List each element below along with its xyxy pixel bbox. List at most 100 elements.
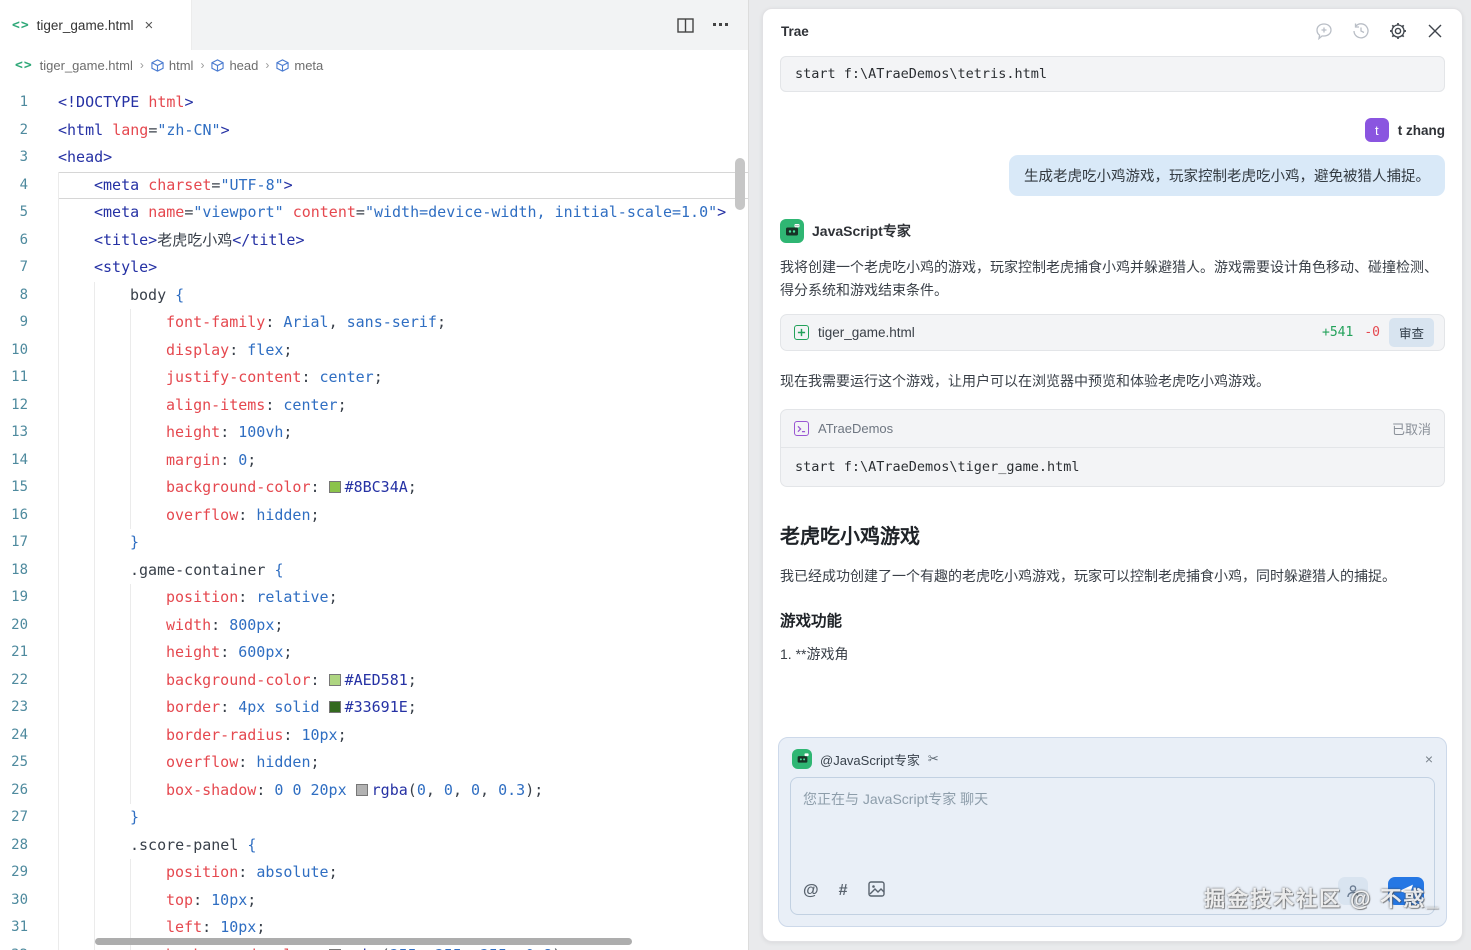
- chat-header: Trae: [763, 9, 1462, 53]
- code-line: 15 background-color: #8BC34A;: [0, 474, 748, 502]
- history-icon[interactable]: [1352, 22, 1370, 40]
- agent-identity-row: JavaScript专家: [780, 219, 1445, 243]
- line-number: 6: [19, 231, 28, 248]
- code-line: 1 <!DOCTYPE html>: [0, 89, 748, 117]
- agent-reply-text: 我已经成功创建了一个有趣的老虎吃小鸡游戏，玩家可以控制老虎捕食小鸡，同时躲避猎人…: [780, 568, 1396, 585]
- file-change-card[interactable]: tiger_game.html +541 -0 审查: [780, 314, 1445, 352]
- code-line: 6 <title>老虎吃小鸡</title>: [0, 226, 748, 254]
- line-number: 9: [19, 314, 28, 330]
- line-number: 21: [11, 644, 28, 660]
- line-number: 16: [11, 506, 28, 523]
- hash-icon[interactable]: #: [839, 882, 848, 900]
- review-button[interactable]: 审查: [1388, 318, 1434, 348]
- horizontal-scrollbar[interactable]: [95, 938, 632, 945]
- dismiss-mention-icon[interactable]: ×: [1425, 751, 1433, 767]
- chat-messages: start f:\ATraeDemos\tetris.html t t zhan…: [763, 53, 1462, 729]
- line-number: 13: [11, 424, 28, 440]
- image-icon[interactable]: [867, 880, 885, 902]
- code-line: 11 justify-content: center;: [0, 364, 748, 392]
- agent-reply-text: 我将创建一个老虎吃小鸡的游戏，玩家控制老虎捕食小鸡并躲避猎人。游戏需要设计角色移…: [780, 259, 1438, 298]
- line-number: 26: [11, 781, 28, 798]
- line-number: 14: [11, 451, 28, 468]
- color-swatch: [328, 701, 341, 713]
- line-number: 20: [11, 616, 28, 633]
- user-identity-row: t t zhang: [780, 118, 1445, 142]
- line-number: 10: [11, 341, 28, 358]
- user-message-bubble: 生成老虎吃小鸡游戏，玩家控制老虎吃小鸡，避免被猎人捕捉。: [1009, 155, 1445, 196]
- chat-panel-title: Trae: [781, 23, 809, 39]
- diff-deletions: -0: [1364, 325, 1380, 341]
- line-number: 32: [0, 942, 58, 950]
- code-line: 2 <html lang="zh-CN">: [0, 117, 748, 145]
- line-number: 4: [19, 176, 28, 193]
- breadcrumb-head[interactable]: head: [211, 58, 258, 73]
- user-name: t zhang: [1397, 122, 1445, 138]
- code-line: 3 <head>: [0, 144, 748, 172]
- at-icon[interactable]: @: [803, 882, 819, 900]
- symbol-cube-icon: [276, 58, 289, 72]
- line-number: 5: [19, 204, 28, 220]
- diff-additions: +541: [1322, 325, 1354, 341]
- code-line: 4 <meta charset="UTF-8">: [0, 171, 748, 199]
- line-number: 11: [11, 369, 28, 385]
- code-line: 25 overflow: hidden;: [0, 749, 748, 777]
- code-line: 5 <meta name="viewport" content="width=de…: [0, 199, 748, 227]
- reply-subheading: 游戏功能: [780, 612, 843, 630]
- terminal-command: start f:\ATraeDemos\tiger_game.html: [795, 459, 1080, 476]
- editor-pane: <> tiger_game.html × <> tiger_game.html …: [0, 0, 749, 950]
- color-swatch: [328, 481, 341, 493]
- split-editor-icon[interactable]: [676, 16, 694, 34]
- breadcrumb-meta[interactable]: meta: [276, 58, 323, 73]
- code-line: 21 height: 600px;: [0, 639, 748, 667]
- code-line: 29 position: absolute;: [0, 859, 748, 887]
- send-button[interactable]: [1388, 877, 1424, 905]
- agent-reply-text: 现在我需要运行这个游戏，让用户可以在浏览器中预览和体验老虎吃小鸡游戏。: [780, 373, 1270, 390]
- agent-selector-button[interactable]: [1338, 877, 1368, 905]
- agent-robot-icon: [780, 219, 804, 243]
- line-number: 18: [11, 561, 28, 578]
- line-number: 2: [19, 121, 28, 138]
- tab-strip-spacer: [192, 0, 676, 50]
- code-line: 9 font-family: Arial, sans-serif;: [0, 309, 748, 337]
- new-chat-icon[interactable]: [1315, 22, 1333, 40]
- html-file-icon: <>: [12, 17, 30, 33]
- settings-icon[interactable]: [1389, 22, 1407, 40]
- code-line: 30 top: 10px;: [0, 886, 748, 914]
- code-line: 12 align-items: center;: [0, 391, 748, 419]
- message-input[interactable]: 您正在与 JavaScript专家 聊天 @ #: [790, 777, 1435, 915]
- code-line: 24 border-radius: 10px;: [0, 721, 748, 749]
- code-line: 18 .game-container {: [0, 556, 748, 584]
- chat-input-area: @JavaScript专家 ✂ × 您正在与 JavaScript专家 聊天 @…: [763, 729, 1462, 941]
- vertical-scrollbar[interactable]: [735, 158, 745, 210]
- line-number: 1: [19, 94, 28, 110]
- line-number: 19: [11, 589, 28, 605]
- code-line: 8 body {: [0, 281, 748, 309]
- more-actions-icon[interactable]: [712, 16, 730, 34]
- close-icon[interactable]: [1426, 22, 1444, 40]
- breadcrumb-html[interactable]: html: [151, 58, 193, 73]
- agent-mention-chip[interactable]: @JavaScript专家: [820, 750, 920, 769]
- scissors-icon[interactable]: ✂: [928, 751, 939, 767]
- code-line: 22 background-color: #AED581;: [0, 666, 748, 694]
- streaming-list-item: 1. **游戏角: [780, 645, 849, 662]
- line-number: 8: [19, 286, 28, 303]
- line-number: 17: [11, 534, 28, 550]
- breadcrumb: <> tiger_game.html › html › head › meta: [0, 50, 748, 80]
- tab-close-icon[interactable]: ×: [144, 17, 153, 34]
- code-line: 19 position: relative;: [0, 584, 748, 612]
- code-line: 17}: [0, 529, 748, 557]
- line-number: 24: [11, 726, 28, 743]
- code-editor[interactable]: 1 <!DOCTYPE html> 2 <html lang="zh-CN"> 3 <he…: [0, 80, 748, 950]
- code-line: 7 <style>: [0, 254, 748, 282]
- chat-input-card[interactable]: @JavaScript专家 ✂ × 您正在与 JavaScript专家 聊天 @…: [778, 737, 1447, 927]
- code-line: 28 .score-panel {: [0, 831, 748, 859]
- line-number: 22: [11, 671, 28, 688]
- terminal-run-card[interactable]: ATraeDemos 已取消 start f:\ATraeDemos\tiger…: [780, 409, 1445, 488]
- file-name: tiger_game.html: [818, 325, 915, 341]
- tab-strip: <> tiger_game.html ×: [0, 0, 748, 50]
- terminal-command-box: start f:\ATraeDemos\tetris.html: [780, 56, 1445, 92]
- breadcrumb-file[interactable]: tiger_game.html: [40, 58, 133, 73]
- tab-tiger-game[interactable]: <> tiger_game.html ×: [0, 0, 192, 50]
- agent-name: JavaScript专家: [812, 223, 911, 239]
- code-line: 13 height: 100vh;: [0, 419, 748, 447]
